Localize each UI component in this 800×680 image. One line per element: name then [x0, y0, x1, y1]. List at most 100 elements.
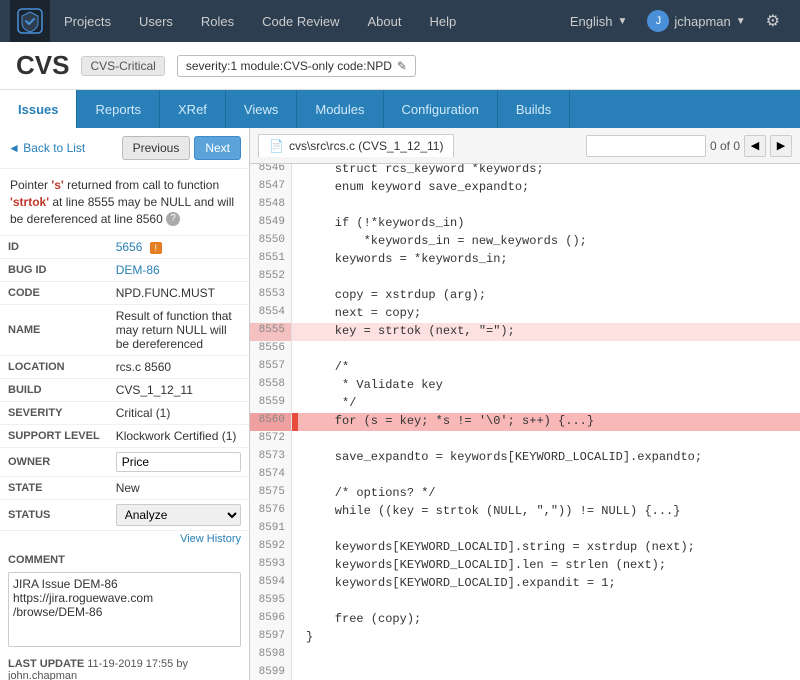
- tab-xref[interactable]: XRef: [160, 90, 226, 128]
- table-row: OWNER: [0, 448, 249, 477]
- code-line: 8596 free (copy);: [250, 611, 800, 629]
- code-line: 8575 /* options? */: [250, 485, 800, 503]
- file-name: cvs\src\rcs.c (CVS_1_12_11): [289, 139, 444, 153]
- code-line: 8592 keywords[KEYWORD_LOCALID].string = …: [250, 539, 800, 557]
- tab-reports[interactable]: Reports: [77, 90, 160, 128]
- tab-modules[interactable]: Modules: [297, 90, 383, 128]
- issue-description: Pointer 's' returned from call to functi…: [0, 169, 249, 236]
- line-number: 8596: [250, 611, 292, 629]
- line-number: 8598: [250, 647, 292, 665]
- tab-views[interactable]: Views: [226, 90, 297, 128]
- line-number: 8599: [250, 665, 292, 680]
- line-number: 8593: [250, 557, 292, 575]
- previous-button[interactable]: Previous: [122, 136, 191, 160]
- issue-navigation: ◄ Back to List Previous Next: [0, 128, 249, 169]
- nav-help[interactable]: Help: [415, 0, 470, 42]
- nav-user-menu[interactable]: J jchapman ▼: [637, 0, 755, 42]
- line-code: [298, 593, 314, 611]
- line-number: 8574: [250, 467, 292, 485]
- line-number: 8557: [250, 359, 292, 377]
- code-line: 8593 keywords[KEYWORD_LOCALID].len = str…: [250, 557, 800, 575]
- next-button[interactable]: Next: [194, 136, 241, 160]
- line-number: 8594: [250, 575, 292, 593]
- code-search-input[interactable]: [586, 135, 706, 157]
- line-code: copy = xstrdup (arg);: [298, 287, 494, 305]
- line-number: 8551: [250, 251, 292, 269]
- code-line: 8553 copy = xstrdup (arg);: [250, 287, 800, 305]
- title-bar: CVS CVS-Critical severity:1 module:CVS-o…: [0, 42, 800, 90]
- table-row: STATE New: [0, 477, 249, 500]
- code-line: 8573 save_expandto = keywords[KEYWORD_LO…: [250, 449, 800, 467]
- filter-badge[interactable]: severity:1 module:CVS-only code:NPD ✎: [177, 55, 416, 77]
- comment-textarea[interactable]: JIRA Issue DEM-86 https://jira.roguewave…: [8, 572, 241, 647]
- nav-users[interactable]: Users: [125, 0, 187, 42]
- owner-input[interactable]: [116, 452, 241, 472]
- back-to-list-link[interactable]: ◄ Back to List: [8, 141, 118, 155]
- search-prev-button[interactable]: ◀: [744, 135, 766, 157]
- line-number: 8554: [250, 305, 292, 323]
- nav-language[interactable]: English ▼: [560, 0, 638, 42]
- code-line: 8556: [250, 341, 800, 359]
- line-code: }: [298, 629, 321, 647]
- tab-issues[interactable]: Issues: [0, 90, 77, 128]
- line-number: 8559: [250, 395, 292, 413]
- file-tab[interactable]: 📄 cvs\src\rcs.c (CVS_1_12_11): [258, 134, 454, 157]
- settings-gear-icon[interactable]: ⚙: [756, 0, 790, 42]
- code-line: 8597}: [250, 629, 800, 647]
- line-number: 8548: [250, 197, 292, 215]
- bug-id-link[interactable]: DEM-86: [116, 263, 160, 277]
- app-logo: [10, 0, 50, 42]
- id-link[interactable]: 5656: [116, 240, 143, 254]
- nav-code-review[interactable]: Code Review: [248, 0, 353, 42]
- code-line: 8552: [250, 269, 800, 287]
- table-row: NAME Result of function that may return …: [0, 305, 249, 356]
- line-code: [298, 665, 314, 680]
- code-line: 8557 /*: [250, 359, 800, 377]
- line-number: 8572: [250, 431, 292, 449]
- line-code: [298, 269, 314, 287]
- code-line: 8548: [250, 197, 800, 215]
- status-select[interactable]: Analyze Fix Ignore Defer: [116, 504, 241, 526]
- code-line: 8551 keywords = *keywords_in;: [250, 251, 800, 269]
- line-code: [298, 197, 314, 215]
- line-code: /* options? */: [298, 485, 444, 503]
- line-code: [298, 521, 314, 539]
- line-code: next = copy;: [298, 305, 429, 323]
- view-history-link[interactable]: View History: [0, 531, 249, 549]
- code-line: 8572: [250, 431, 800, 449]
- line-code: for (s = key; *s != '\0'; s++) {...}: [298, 413, 602, 431]
- chevron-down-icon: ▼: [736, 16, 746, 27]
- line-code: [298, 647, 314, 665]
- line-number: 8576: [250, 503, 292, 521]
- tab-bar: Issues Reports XRef Views Modules Config…: [0, 90, 800, 128]
- line-code: save_expandto = keywords[KEYWORD_LOCALID…: [298, 449, 710, 467]
- edit-filter-icon[interactable]: ✎: [397, 59, 407, 73]
- code-body[interactable]: 8342void8543RCS_setlocalid (void **keywo…: [250, 164, 800, 680]
- line-number: 8575: [250, 485, 292, 503]
- line-number: 8546: [250, 164, 292, 179]
- code-line: 8574: [250, 467, 800, 485]
- search-next-button[interactable]: ▶: [770, 135, 792, 157]
- line-code: */: [298, 395, 364, 413]
- line-code: [298, 467, 314, 485]
- line-code: if (!*keywords_in): [298, 215, 472, 233]
- tab-configuration[interactable]: Configuration: [384, 90, 498, 128]
- help-icon[interactable]: ?: [166, 212, 180, 226]
- user-avatar-icon: J: [647, 10, 669, 32]
- line-number: 8550: [250, 233, 292, 251]
- tab-builds[interactable]: Builds: [498, 90, 570, 128]
- nav-roles[interactable]: Roles: [187, 0, 248, 42]
- line-number: 8556: [250, 341, 292, 359]
- line-code: [298, 431, 314, 449]
- main-content: ◄ Back to List Previous Next Pointer 's'…: [0, 128, 800, 680]
- line-code: struct rcs_keyword *keywords;: [298, 164, 552, 179]
- top-navigation: Projects Users Roles Code Review About H…: [0, 0, 800, 42]
- line-number: 8555: [250, 323, 292, 341]
- nav-projects[interactable]: Projects: [50, 0, 125, 42]
- line-code: keywords[KEYWORD_LOCALID].expandit = 1;: [298, 575, 624, 593]
- table-row: BUILD CVS_1_12_11: [0, 379, 249, 402]
- issue-details-table: ID 5656 ! BUG ID DEM-86 CODE NPD.FUNC.MU…: [0, 236, 249, 531]
- nav-about[interactable]: About: [354, 0, 416, 42]
- line-number: 8552: [250, 269, 292, 287]
- code-line: 8598: [250, 647, 800, 665]
